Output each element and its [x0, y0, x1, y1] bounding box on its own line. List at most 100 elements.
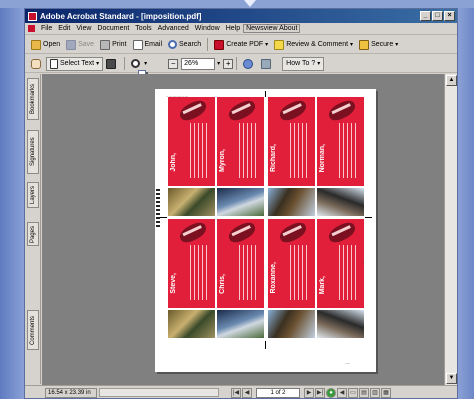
scroll-down-button[interactable]: ▼: [446, 373, 457, 384]
page-footer-slug: -----: [345, 361, 350, 365]
continuous-facing-layout-button[interactable]: ▦: [381, 388, 391, 398]
secure-label: Secure: [371, 41, 394, 48]
hand-icon: [31, 58, 41, 69]
scroll-up-button[interactable]: ▲: [446, 75, 457, 86]
tab-comments[interactable]: Comments: [27, 310, 39, 350]
document-menu-icon[interactable]: [28, 25, 35, 32]
menu-newsview-about[interactable]: Newsview About: [243, 24, 301, 33]
card-name: Norman,: [319, 143, 326, 172]
review-comment-button[interactable]: Review & Comment ▾: [271, 38, 356, 52]
menu-tools[interactable]: Tools: [132, 25, 154, 32]
photo-thumbnail: [317, 310, 364, 338]
chevron-down-icon: ▾: [317, 61, 321, 67]
select-text-button[interactable]: Select Text ▾: [46, 56, 104, 71]
horizontal-scrollbar[interactable]: [99, 388, 219, 397]
page-navigation: |◀ ◀ 1 of 2 ▶ ▶| ● ◀ ▭ ▤ ▥ ▦: [231, 388, 391, 398]
page-number-field[interactable]: 1 of 2: [256, 388, 300, 398]
snapshot-button[interactable]: [103, 57, 121, 71]
review-comment-label: Review & Comment: [286, 41, 349, 48]
how-to-button[interactable]: How To ? ▾: [138, 56, 325, 353]
toolbar-separator: [207, 38, 209, 51]
window-title: Adobe Acrobat Standard - [imposition.pdf…: [40, 11, 202, 21]
facing-layout-button[interactable]: ▥: [370, 388, 380, 398]
open-button[interactable]: Open: [28, 38, 63, 52]
tab-layers[interactable]: Layers: [27, 182, 39, 208]
chevron-down-icon: ▾: [350, 42, 354, 48]
brand-logo-icon: [277, 97, 309, 124]
zoom-tool-button[interactable]: ▾: [128, 57, 150, 71]
rotate-icon: [243, 58, 254, 69]
zoom-out-button[interactable]: −: [168, 58, 179, 69]
desktop-left-edge: [0, 8, 24, 399]
zoom-dropdown-chevron-icon[interactable]: ▾: [217, 60, 220, 67]
rotate-button[interactable]: [240, 57, 258, 71]
tab-signatures[interactable]: Signatures: [27, 130, 39, 174]
pointer-arrow-icon: [244, 0, 256, 7]
save-label: Save: [78, 41, 95, 48]
previous-page-button[interactable]: ◀: [242, 388, 252, 398]
close-button[interactable]: ×: [444, 11, 455, 21]
hand-tool-button[interactable]: [28, 57, 46, 71]
go-back-button[interactable]: ◀: [337, 388, 347, 398]
chevron-down-icon: ▾: [144, 61, 148, 67]
menu-help[interactable]: Help: [223, 25, 243, 32]
first-page-button[interactable]: |◀: [231, 388, 241, 398]
menu-view[interactable]: View: [73, 25, 94, 32]
search-icon: [168, 40, 178, 49]
print-label: Print: [112, 41, 127, 48]
card-steve: Steve,: [168, 219, 215, 308]
chevron-down-icon: ▾: [265, 42, 269, 48]
email-button[interactable]: Email: [130, 38, 166, 52]
minimize-button[interactable]: _: [420, 11, 431, 21]
lock-icon: [359, 39, 370, 50]
menu-file[interactable]: File: [38, 25, 55, 32]
menu-window[interactable]: Window: [192, 25, 223, 32]
page-side-slug: ------: [362, 259, 366, 265]
save-button[interactable]: Save: [63, 38, 97, 52]
folder-icon: [31, 39, 41, 50]
card-body-text: [239, 245, 257, 300]
email-label: Email: [144, 41, 163, 48]
card-norman: Norman,: [317, 97, 364, 186]
zoom-level-input[interactable]: 26%: [181, 57, 216, 70]
search-button[interactable]: Search: [165, 38, 204, 52]
menu-document[interactable]: Document: [94, 25, 132, 32]
crop-mark: [265, 341, 266, 349]
pdf-page: -- --- ---- ---- -- --- John, Myron, Ric…: [155, 89, 376, 372]
title-bar[interactable]: Adobe Acrobat Standard - [imposition.pdf…: [25, 9, 457, 23]
last-page-button[interactable]: ▶|: [315, 388, 325, 398]
maximize-button[interactable]: □: [432, 11, 443, 21]
continuous-layout-button[interactable]: ▤: [359, 388, 369, 398]
photo-thumbnail: [268, 188, 315, 216]
card-mark: Mark,: [317, 219, 364, 308]
card-roxanne: Roxanne,: [268, 219, 315, 308]
fit-window-button[interactable]: [258, 57, 276, 71]
menu-advanced[interactable]: Advanced: [155, 25, 192, 32]
tab-pages[interactable]: Pages: [27, 222, 39, 246]
zoom-in-button[interactable]: +: [223, 58, 234, 69]
create-pdf-button[interactable]: Create PDF ▾: [211, 38, 271, 52]
toolbar-separator: [236, 57, 238, 70]
print-button[interactable]: Print: [97, 38, 129, 52]
next-page-button[interactable]: ▶: [304, 388, 314, 398]
printer-icon: [100, 39, 111, 50]
secure-button[interactable]: Secure ▾: [356, 38, 401, 52]
single-page-layout-button[interactable]: ▭: [348, 388, 358, 398]
menu-edit[interactable]: Edit: [55, 25, 73, 32]
go-forward-icon[interactable]: ●: [326, 388, 336, 398]
chevron-down-icon: ▾: [395, 42, 399, 48]
card-john: John,: [168, 97, 215, 186]
tab-bookmarks[interactable]: Bookmarks: [27, 78, 39, 120]
document-view[interactable]: -- --- ---- ---- -- --- John, Myron, Ric…: [42, 74, 444, 385]
card-name: Myron,: [219, 149, 226, 172]
how-to-label: How To ?: [286, 60, 316, 67]
card-name: John,: [170, 153, 177, 172]
desktop-top-strip: [0, 0, 474, 8]
card-body-text: [339, 123, 357, 178]
photo-thumbnail: [168, 188, 215, 216]
brand-logo-icon: [226, 97, 258, 124]
brand-logo-icon: [226, 219, 258, 246]
menu-bar: File Edit View Document Tools Advanced W…: [25, 23, 457, 35]
card-body-text: [339, 245, 357, 300]
vertical-scrollbar[interactable]: ▲ ▼: [444, 74, 457, 385]
